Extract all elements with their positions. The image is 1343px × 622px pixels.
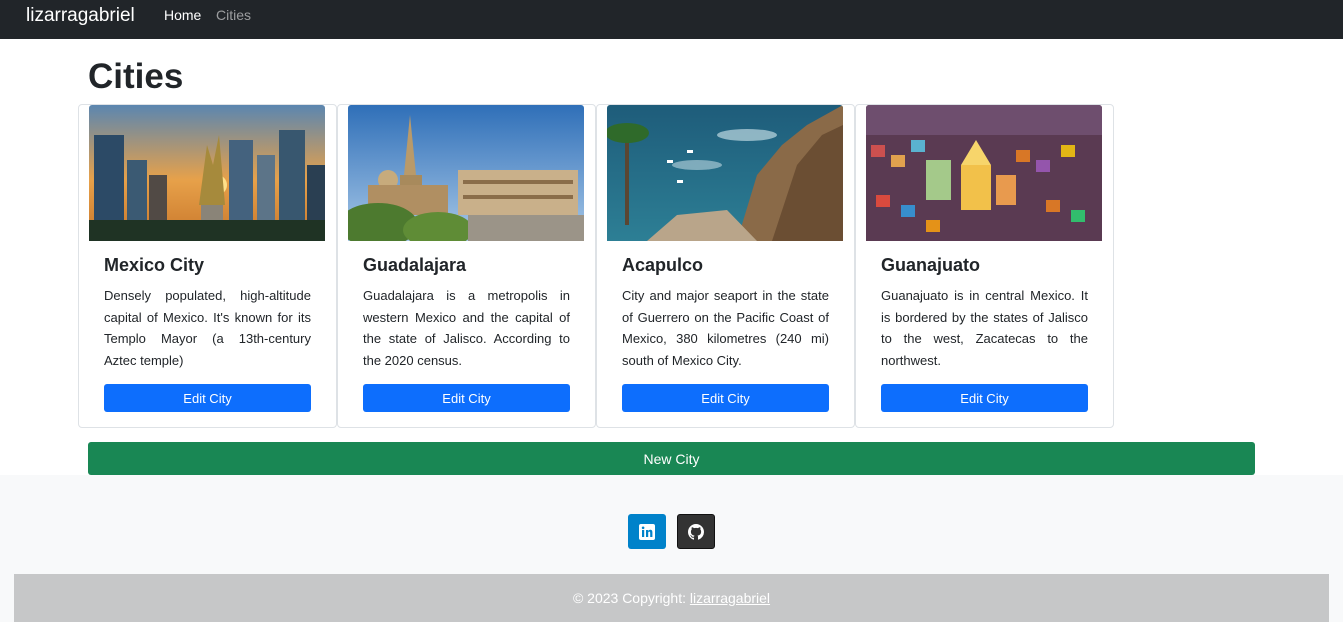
page-title: Cities: [88, 57, 184, 96]
footer: © 2023 Copyright: lizarragabriel: [0, 475, 1343, 622]
new-city-button[interactable]: New City: [88, 442, 1255, 475]
edit-city-button[interactable]: Edit City: [104, 384, 311, 412]
city-description: Densely populated, high-altitude capital…: [104, 288, 311, 368]
city-name: Mexico City: [104, 255, 205, 275]
city-card-acapulco: Acapulco City and major seaport in the s…: [596, 104, 855, 428]
city-description: Guadalajara is a metropolis in western M…: [363, 288, 570, 368]
city-image-guadalajara: [348, 105, 584, 241]
city-image-acapulco: [607, 105, 843, 241]
city-card-guanajuato: Guanajuato Guanajuato is in central Mexi…: [855, 104, 1114, 428]
copyright-bar: © 2023 Copyright: lizarragabriel: [14, 574, 1329, 622]
github-icon: [688, 523, 704, 540]
navbar: lizarragabriel Home Cities: [0, 0, 1343, 39]
city-card-guadalajara: Guadalajara Guadalajara is a metropolis …: [337, 104, 596, 428]
edit-city-button[interactable]: Edit City: [622, 384, 829, 412]
github-button[interactable]: [677, 514, 715, 549]
edit-city-button[interactable]: Edit City: [363, 384, 570, 412]
city-image-guanajuato: [866, 105, 1102, 241]
city-card-mexico-city: Mexico City Densely populated, high-alti…: [78, 104, 337, 428]
city-name: Guadalajara: [363, 255, 467, 275]
linkedin-button[interactable]: [628, 514, 666, 549]
city-name: Acapulco: [622, 255, 704, 275]
nav-link-cities[interactable]: Cities: [216, 7, 251, 23]
city-description: Guanajuato is in central Mexico. It is b…: [881, 288, 1088, 368]
copyright-link[interactable]: lizarragabriel: [690, 590, 770, 606]
nav-link-home[interactable]: Home: [164, 7, 201, 23]
city-image-mexico-city: [89, 105, 325, 241]
navbar-brand[interactable]: lizarragabriel: [26, 5, 135, 27]
copyright-text: © 2023 Copyright:: [572, 590, 690, 606]
edit-city-button[interactable]: Edit City: [881, 384, 1088, 412]
city-name: Guanajuato: [881, 255, 981, 275]
linkedin-icon: [639, 523, 655, 540]
city-description: City and major seaport in the state of G…: [622, 288, 829, 368]
